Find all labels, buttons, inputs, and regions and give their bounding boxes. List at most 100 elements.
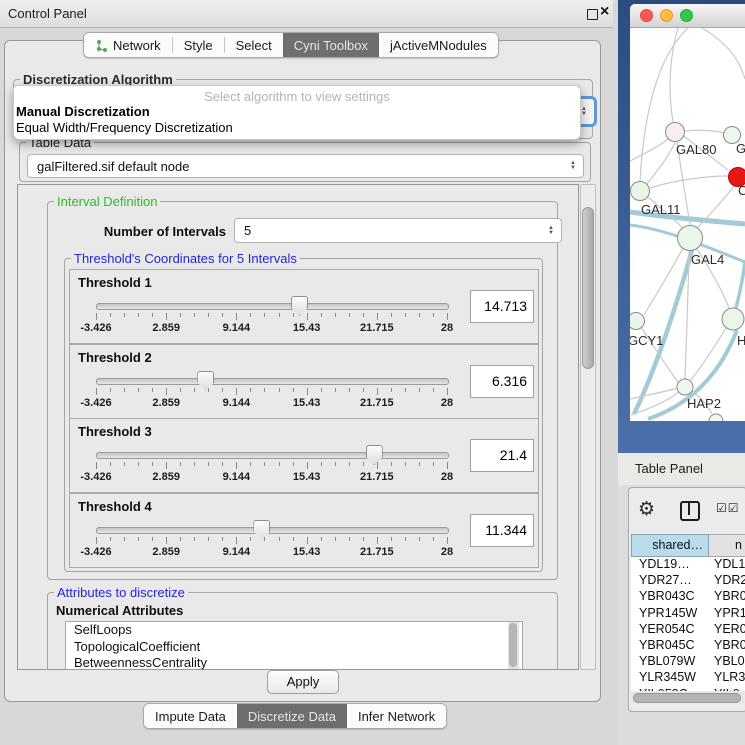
network-edge[interactable]	[670, 28, 678, 122]
slider-track[interactable]	[96, 452, 449, 459]
combo-arrows-icon: ▲▼	[548, 226, 554, 236]
float-panel-icon[interactable]	[587, 9, 598, 20]
apply-button[interactable]: Apply	[267, 670, 339, 694]
node-right[interactable]	[722, 308, 744, 330]
network-node-label: C	[738, 183, 745, 198]
node-gcy1[interactable]	[630, 313, 645, 330]
network-window-titlebar[interactable]	[630, 4, 745, 28]
slider-track[interactable]	[96, 378, 449, 385]
tab-network[interactable]: Network	[84, 33, 172, 57]
screenshot-root: Control Panel × Network Style Select Cyn…	[0, 0, 745, 745]
combo-arrows-icon: ▲▼	[581, 107, 587, 117]
node-gal11[interactable]	[631, 182, 650, 201]
numerical-attributes-list[interactable]: SelfLoopsTopologicalCoefficientBetweenne…	[65, 621, 523, 670]
network-canvas[interactable]: GAL80GAL11GAL4GCY1HHAP2GC	[630, 28, 745, 421]
table-data-combobox[interactable]: galFiltered.sif default node ▲▼	[27, 154, 584, 178]
close-window-icon[interactable]	[640, 9, 653, 22]
vertical-scrollbar[interactable]	[580, 184, 596, 670]
threshold-value-field[interactable]: 11.344	[470, 514, 534, 547]
thresholds-group: Threshold's Coordinates for 5 Intervals …	[64, 258, 543, 572]
network-node-label: G	[736, 141, 745, 156]
slider-ticks	[70, 388, 538, 396]
network-window-frame: GAL80GAL11GAL4GCY1HHAP2GC	[618, 0, 745, 453]
tab-infer-network[interactable]: Infer Network	[347, 704, 446, 728]
slider-track[interactable]	[96, 303, 449, 310]
tab-discretize-data[interactable]: Discretize Data	[237, 704, 347, 728]
attribute-list-item[interactable]: TopologicalCoefficient	[66, 639, 522, 656]
table-row[interactable]: YDL19…YDL1	[631, 557, 745, 573]
tab-impute-data[interactable]: Impute Data	[144, 704, 237, 728]
tab-discretize-data-label: Discretize Data	[248, 709, 336, 724]
tab-cyni-toolbox[interactable]: Cyni Toolbox	[283, 33, 379, 57]
tab-style[interactable]: Style	[173, 33, 224, 57]
threshold-panel: Threshold 2 -3.4262.8599.14415.4321.7152…	[69, 344, 539, 419]
node-hap2[interactable]	[677, 379, 693, 395]
slider-ticks	[70, 462, 538, 470]
threshold-label: Threshold 1	[78, 275, 152, 290]
dropdown-placeholder-option[interactable]: Select algorithm to view settings	[14, 89, 580, 104]
table-row[interactable]: YLR345WYLR3	[631, 670, 745, 686]
table-row[interactable]: YER054CYER0	[631, 622, 745, 638]
attribute-list-item[interactable]: SelfLoops	[66, 622, 522, 639]
tab-network-label: Network	[113, 38, 161, 53]
tab-style-label: Style	[184, 38, 213, 53]
table-row[interactable]: YBR043CYBR0	[631, 589, 745, 605]
number-of-intervals-label: Number of Intervals	[86, 224, 226, 239]
slider-track[interactable]	[96, 527, 449, 534]
attribute-list-item[interactable]: BetweennessCentrality	[66, 655, 522, 670]
attributes-list-scrollbar[interactable]	[508, 622, 519, 669]
network-edge[interactable]	[702, 28, 745, 79]
network-edge[interactable]	[640, 28, 688, 181]
table-row[interactable]: YBL079WYBL0	[631, 654, 745, 670]
table-row[interactable]: YIL052CYIL0	[631, 687, 745, 692]
interval-definition-group-title: Interval Definition	[54, 194, 160, 209]
attributes-group-title: Attributes to discretize	[54, 585, 188, 600]
threshold-panel: Threshold 4 -3.4262.8599.14415.4321.7152…	[69, 493, 539, 568]
node-bottom[interactable]	[709, 414, 723, 421]
number-of-intervals-value: 5	[244, 219, 251, 242]
threshold-value-field[interactable]: 21.4	[470, 439, 534, 472]
table-panel-title: Table Panel	[635, 453, 703, 485]
vertical-scrollbar-thumb[interactable]	[582, 207, 594, 369]
settings-scroll-viewport: Interval Definition Number of Intervals …	[17, 184, 579, 670]
table-panel-titlebar: Table Panel	[618, 453, 745, 486]
network-edge[interactable]	[647, 142, 675, 184]
column-selector-icon[interactable]	[680, 501, 700, 521]
network-node-label: H	[737, 333, 745, 348]
network-edge[interactable]	[650, 176, 728, 188]
minimize-window-icon[interactable]	[660, 9, 673, 22]
close-panel-icon[interactable]: ×	[600, 3, 609, 21]
slider-tick-labels: -3.4262.8599.14415.4321.71528	[70, 546, 538, 560]
table-data-combobox-value: galFiltered.sif default node	[37, 155, 189, 177]
dropdown-option-equal-width-frequency[interactable]: Equal Width/Frequency Discretization	[16, 120, 233, 135]
node-gal4[interactable]	[678, 226, 703, 251]
column-header-name[interactable]: n	[709, 534, 745, 557]
network-node-label: GCY1	[630, 333, 663, 348]
network-edge[interactable]	[691, 328, 726, 380]
horizontal-scrollbar-thumb[interactable]	[633, 693, 741, 703]
gear-icon[interactable]: ⚙	[638, 498, 655, 521]
threshold-label: Threshold 2	[78, 350, 152, 365]
node-gal80[interactable]	[666, 123, 685, 142]
tab-jactivemnodules[interactable]: jActiveMNodules	[379, 33, 498, 57]
column-header-shared[interactable]: shared…	[631, 534, 709, 557]
horizontal-scrollbar[interactable]	[631, 692, 744, 703]
table-row[interactable]: YDR27…YDR2	[631, 573, 745, 589]
slider-tick-labels: -3.4262.8599.14415.4321.71528	[70, 322, 538, 336]
network-edge[interactable]	[685, 130, 724, 133]
zoom-window-icon[interactable]	[680, 9, 693, 22]
table-row[interactable]: YBR045CYBR0	[631, 638, 745, 654]
table-panel: ⚙ ☑☑ shared… n YDL19…YDL1YDR27…YDR2YBR04…	[628, 487, 745, 712]
select-checkboxes-icon[interactable]: ☑☑	[716, 501, 740, 515]
dropdown-option-manual-discretization[interactable]: Manual Discretization	[16, 104, 150, 119]
number-of-intervals-combobox[interactable]: 5 ▲▼	[234, 218, 562, 243]
network-edge[interactable]	[736, 260, 745, 308]
network-node-label: GAL4	[691, 252, 724, 267]
table-row[interactable]: YPR145WYPR1	[631, 606, 745, 622]
threshold-value-field[interactable]: 6.316	[470, 365, 534, 398]
slider-tick-labels: -3.4262.8599.14415.4321.71528	[70, 471, 538, 485]
threshold-value-field[interactable]: 14.713	[470, 290, 534, 323]
network-edge[interactable]	[630, 139, 668, 161]
tab-select[interactable]: Select	[225, 33, 283, 57]
slider-ticks	[70, 313, 538, 321]
